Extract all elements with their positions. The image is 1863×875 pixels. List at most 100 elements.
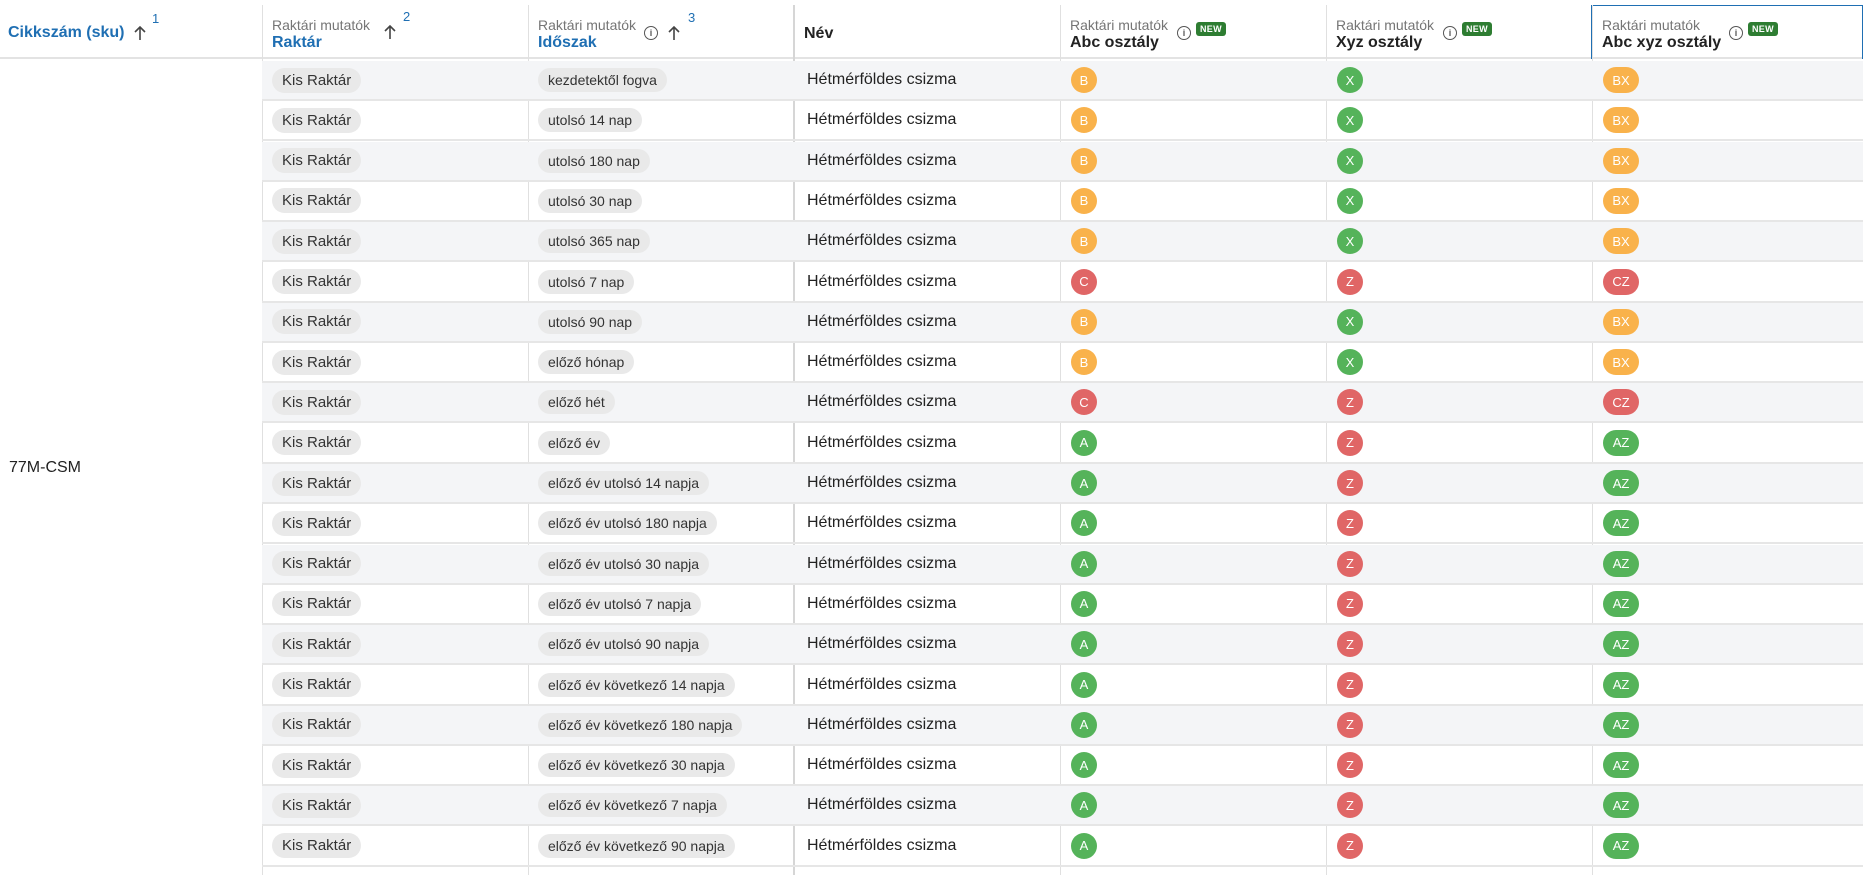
period-cell[interactable]: előző év következő 30 napja [538,746,794,784]
warehouse-cell[interactable]: Kis Raktár [272,545,528,583]
table-row[interactable]: Kis Raktár előző hét Hétmérföldes csizma C Z… [262,383,1863,424]
abcxyz-class-cell[interactable]: AZ [1603,504,1859,542]
period-cell[interactable]: előző év következő 90 napja [538,827,794,865]
xyz-class-cell[interactable]: X [1337,101,1593,139]
period-cell[interactable]: utolsó 30 nap [538,182,794,220]
name-cell[interactable]: Hétmérföldes csizma [807,424,1063,462]
xyz-class-cell[interactable]: X [1337,303,1593,341]
warehouse-cell[interactable]: Kis Raktár [272,383,528,421]
header-period[interactable]: Raktári mutatók Időszak i 3 [528,5,794,59]
abc-class-cell[interactable]: B [1071,343,1327,381]
period-cell[interactable]: előző év utolsó 180 napja [538,504,794,542]
period-cell[interactable]: utolsó 14 nap [538,101,794,139]
period-cell[interactable]: előző hónap [538,343,794,381]
period-cell[interactable]: utolsó 180 nap [538,142,794,180]
xyz-class-cell[interactable]: X [1337,222,1593,260]
header-warehouse[interactable]: Raktári mutatók Raktár 2 [262,5,528,59]
table-row[interactable]: Kis Raktár előző hónap Hétmérföldes csizma… [262,343,1863,384]
abc-class-cell[interactable]: A [1071,827,1327,865]
xyz-class-cell[interactable]: Z [1337,746,1593,784]
table-row[interactable]: Kis Raktár előző év utolsó 30 napja Hétmér… [262,544,1863,585]
abcxyz-class-cell[interactable]: AZ [1603,585,1859,623]
period-cell[interactable]: kezdetektől fogva [538,61,794,99]
xyz-class-cell[interactable]: Z [1337,545,1593,583]
sort-ascending-icon[interactable] [667,25,681,41]
table-row[interactable]: Kis Raktár előző év utolsó 90 napja Hétmér… [262,625,1863,666]
xyz-class-cell[interactable]: Z [1337,666,1593,704]
name-cell[interactable]: Hétmérföldes csizma [807,182,1063,220]
abc-class-cell[interactable]: B [1071,222,1327,260]
table-row[interactable]: Kis Raktár előző év következő 7 napja Hétm… [262,786,1863,827]
table-row[interactable]: Kis Raktár előző év utolsó 7 napja Hétmérf… [262,585,1863,625]
name-cell[interactable]: Hétmérföldes csizma [807,666,1063,704]
warehouse-cell[interactable]: Kis Raktár [272,585,528,623]
warehouse-cell[interactable]: Kis Raktár [272,827,528,865]
period-cell[interactable]: előző hét [538,383,794,421]
name-cell[interactable]: Hétmérföldes csizma [807,786,1063,824]
table-row[interactable]: Kis Raktár előző év következő 180 napja Hé… [262,705,1863,746]
abc-class-cell[interactable]: B [1071,303,1327,341]
xyz-class-cell[interactable]: Z [1337,827,1593,865]
abc-class-cell[interactable]: A [1071,504,1327,542]
name-cell[interactable]: Hétmérföldes csizma [807,625,1063,663]
abcxyz-class-cell[interactable]: AZ [1603,706,1859,744]
table-row[interactable]: Kis Raktár kezdetektől fogva Hétmérföldes … [262,61,1863,101]
table-row[interactable]: Kis Raktár utolsó 180 nap Hétmérföldes csi… [262,141,1863,182]
abc-class-cell[interactable]: A [1071,746,1327,784]
abc-class-cell[interactable]: B [1071,101,1327,139]
abc-class-cell[interactable]: A [1071,585,1327,623]
info-icon[interactable]: i [1177,26,1191,40]
header-sku[interactable]: Cikkszám (sku) 1 [0,5,262,59]
xyz-class-cell[interactable]: Z [1337,585,1593,623]
sort-ascending-icon[interactable] [133,25,147,41]
abcxyz-class-cell[interactable]: AZ [1603,545,1859,583]
name-cell[interactable]: Hétmérföldes csizma [807,746,1063,784]
warehouse-cell[interactable]: Kis Raktár [272,222,528,260]
period-cell[interactable]: előző év utolsó 7 napja [538,585,794,623]
warehouse-cell[interactable]: Kis Raktár [272,424,528,462]
abcxyz-class-cell[interactable]: BX [1603,222,1859,260]
xyz-class-cell[interactable]: Z [1337,706,1593,744]
abcxyz-class-cell[interactable]: BX [1603,142,1859,180]
name-cell[interactable]: Hétmérföldes csizma [807,303,1063,341]
name-cell[interactable]: Hétmérföldes csizma [807,343,1063,381]
name-cell[interactable]: Hétmérföldes csizma [807,101,1063,139]
name-cell[interactable]: Hétmérföldes csizma [807,263,1063,301]
abc-class-cell[interactable]: B [1071,142,1327,180]
name-cell[interactable]: Hétmérföldes csizma [807,545,1063,583]
period-cell[interactable]: előző év utolsó 14 napja [538,464,794,502]
warehouse-cell[interactable]: Kis Raktár [272,504,528,542]
xyz-class-cell[interactable]: X [1337,343,1593,381]
period-cell[interactable]: utolsó 365 nap [538,222,794,260]
name-cell[interactable]: Hétmérföldes csizma [807,383,1063,421]
header-xyz[interactable]: Raktári mutatók Xyz osztály i NEW [1326,5,1592,59]
xyz-class-cell[interactable]: Z [1337,625,1593,663]
warehouse-cell[interactable]: Kis Raktár [272,101,528,139]
info-icon[interactable]: i [644,26,658,40]
warehouse-cell[interactable]: Kis Raktár [272,182,528,220]
name-cell[interactable]: Hétmérföldes csizma [807,585,1063,623]
abcxyz-class-cell[interactable]: AZ [1603,746,1859,784]
abc-class-cell[interactable]: A [1071,545,1327,583]
period-cell[interactable]: előző év utolsó 30 napja [538,545,794,583]
abcxyz-class-cell[interactable]: AZ [1603,786,1859,824]
name-cell[interactable]: Hétmérföldes csizma [807,142,1063,180]
xyz-class-cell[interactable]: X [1337,142,1593,180]
xyz-class-cell[interactable]: Z [1337,504,1593,542]
xyz-class-cell[interactable]: Z [1337,263,1593,301]
table-row[interactable]: Kis Raktár utolsó 7 nap Hétmérföldes csizm… [262,263,1863,303]
abcxyz-class-cell[interactable]: BX [1603,101,1859,139]
abcxyz-class-cell[interactable]: AZ [1603,666,1859,704]
period-cell[interactable]: előző év következő 180 napja [538,706,794,744]
warehouse-cell[interactable]: Kis Raktár [272,303,528,341]
table-row[interactable]: Kis Raktár előző év következő 30 napja Hét… [262,746,1863,787]
abc-class-cell[interactable]: A [1071,464,1327,502]
name-cell[interactable]: Hétmérföldes csizma [807,61,1063,99]
xyz-class-cell[interactable]: Z [1337,786,1593,824]
abcxyz-class-cell[interactable]: CZ [1603,383,1859,421]
sku-cell[interactable]: 77M-CSM [9,459,81,477]
table-row[interactable]: Kis Raktár utolsó 90 nap Hétmérföldes csiz… [262,302,1863,343]
xyz-class-cell[interactable]: X [1337,182,1593,220]
abcxyz-class-cell[interactable]: AZ [1603,625,1859,663]
table-row[interactable]: Kis Raktár előző év utolsó 14 napja Hétmér… [262,464,1863,504]
